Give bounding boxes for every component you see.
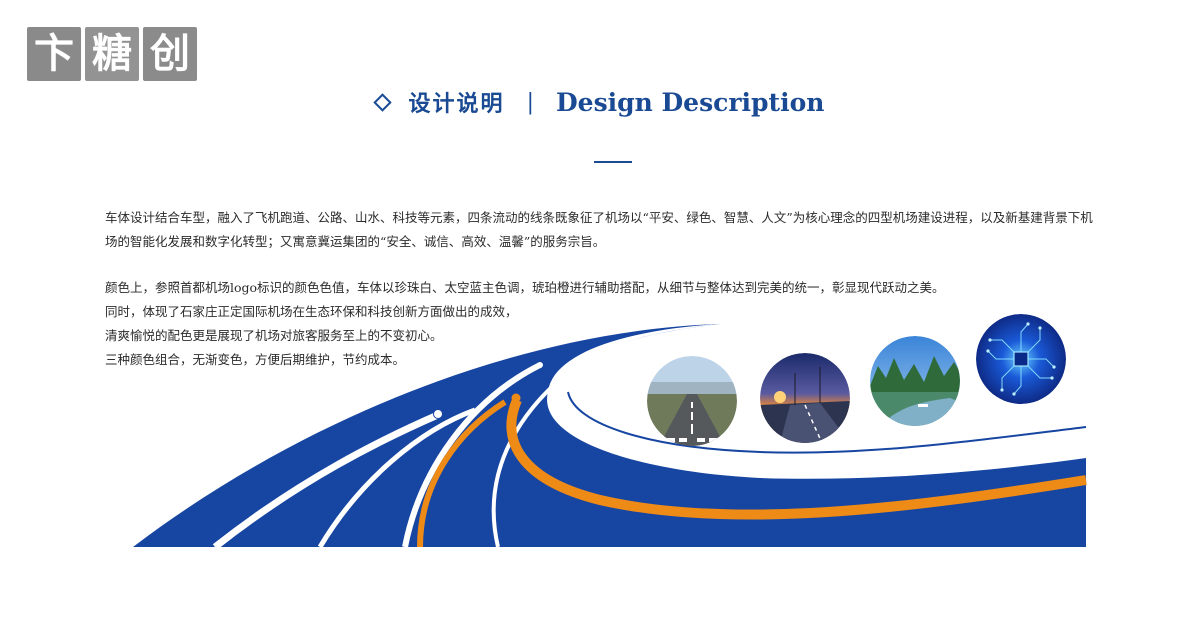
white-dot [433, 409, 443, 419]
photo-technology [976, 314, 1066, 404]
white-dot [537, 362, 543, 368]
orange-dot [511, 393, 521, 403]
photo-runway [647, 356, 737, 446]
photo-highway-sunset [760, 353, 850, 443]
photo-river-hills [870, 336, 960, 426]
